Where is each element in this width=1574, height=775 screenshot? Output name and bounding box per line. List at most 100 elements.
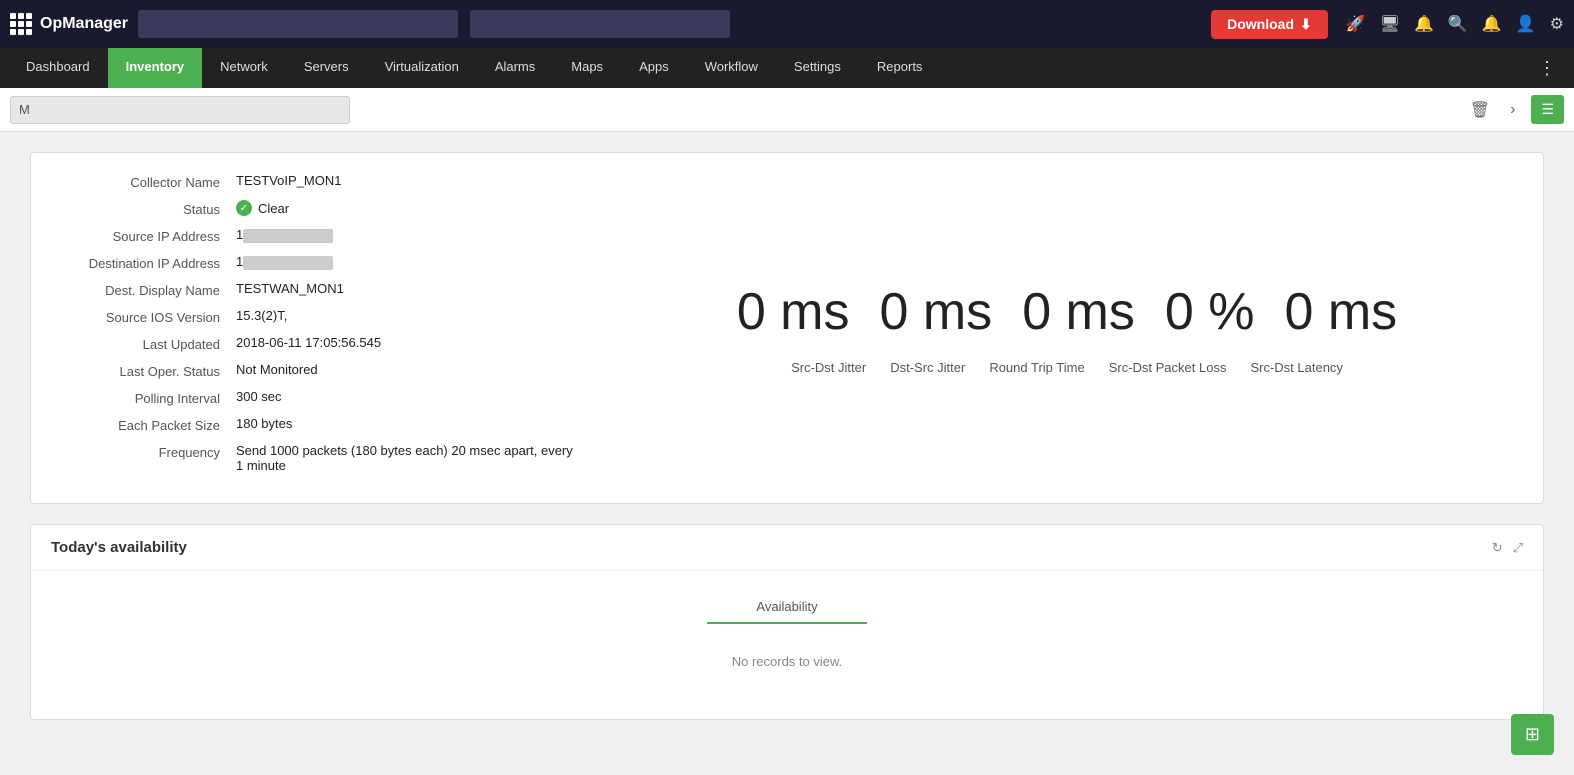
polling-label: Polling Interval	[61, 389, 236, 406]
details-left: Collector Name TESTVoIP_MON1 Status Clea…	[61, 173, 581, 483]
source-ip-row: Source IP Address 1	[61, 227, 581, 244]
availability-header: Today's availability ↻ ⤢	[31, 525, 1543, 571]
floating-icon: ⊞	[1525, 724, 1540, 744]
packet-size-row: Each Packet Size 180 bytes	[61, 416, 581, 433]
frequency-row: Frequency Send 1000 packets (180 bytes e…	[61, 443, 581, 473]
source-ios-row: Source IOS Version 15.3(2)T,	[61, 308, 581, 325]
bell-outline-icon[interactable]: 🔔	[1414, 14, 1434, 34]
last-oper-row: Last Oper. Status Not Monitored	[61, 362, 581, 379]
collector-name-label: Collector Name	[61, 173, 236, 190]
top-bar: OpManager Download ⬇ 🚀 🖥 🔔 🔍 🔔 👤 ⚙	[0, 0, 1574, 48]
user-icon[interactable]: 👤	[1516, 14, 1536, 34]
nav-maps[interactable]: Maps	[553, 48, 621, 88]
source-ip-redacted	[243, 229, 333, 243]
nav-dashboard[interactable]: Dashboard	[8, 48, 108, 88]
status-clear: Clear	[236, 200, 581, 216]
last-updated-value: 2018-06-11 17:05:56.545	[236, 335, 581, 350]
packet-size-label: Each Packet Size	[61, 416, 236, 433]
metric-label-1: Dst-Src Jitter	[890, 360, 965, 375]
nav-reports[interactable]: Reports	[859, 48, 941, 88]
frequency-value: Send 1000 packets (180 bytes each) 20 ms…	[236, 443, 581, 473]
dest-ip-value: 1	[236, 254, 581, 270]
dest-ip-row: Destination IP Address 1	[61, 254, 581, 271]
collector-name-row: Collector Name TESTVoIP_MON1	[61, 173, 581, 190]
metrics-values: 0 ms 0 ms 0 ms 0 % 0 ms	[737, 282, 1397, 342]
rocket-icon[interactable]: 🚀	[1346, 14, 1366, 34]
metric-val-1: 0 ms	[880, 282, 993, 342]
nav-virtualization[interactable]: Virtualization	[367, 48, 477, 88]
details-card: Collector Name TESTVoIP_MON1 Status Clea…	[30, 152, 1544, 504]
metric-val-3: 0 %	[1165, 282, 1255, 342]
source-ip-value: 1	[236, 227, 581, 243]
availability-card: Today's availability ↻ ⤢ Availability No…	[30, 524, 1544, 720]
nav-alarms[interactable]: Alarms	[477, 48, 553, 88]
chevron-right-button[interactable]: ›	[1506, 97, 1519, 123]
polling-row: Polling Interval 300 sec	[61, 389, 581, 406]
search-icon[interactable]: 🔍	[1448, 14, 1468, 34]
breadcrumb-input[interactable]	[10, 96, 350, 124]
frequency-label: Frequency	[61, 443, 236, 460]
last-updated-row: Last Updated 2018-06-11 17:05:56.545	[61, 335, 581, 352]
gear-icon[interactable]: ⚙	[1550, 14, 1564, 34]
nav-bar: Dashboard Inventory Network Servers Virt…	[0, 48, 1574, 88]
availability-title: Today's availability	[51, 539, 1492, 556]
polling-value: 300 sec	[236, 389, 581, 404]
top-bar-icons: 🚀 🖥 🔔 🔍 🔔 👤 ⚙	[1346, 14, 1564, 34]
status-label: Status	[61, 200, 236, 217]
metric-label-4: Src-Dst Latency	[1250, 360, 1342, 375]
last-updated-label: Last Updated	[61, 335, 236, 352]
search-input-secondary[interactable]	[470, 10, 730, 38]
packet-size-value: 180 bytes	[236, 416, 581, 431]
download-button[interactable]: Download ⬇	[1211, 10, 1328, 39]
nav-settings[interactable]: Settings	[776, 48, 859, 88]
monitor-icon[interactable]: 🖥	[1380, 14, 1400, 34]
main-content: Collector Name TESTVoIP_MON1 Status Clea…	[0, 132, 1574, 760]
status-dot-green	[236, 200, 252, 216]
status-row: Status Clear	[61, 200, 581, 217]
source-ip-label: Source IP Address	[61, 227, 236, 244]
availability-body: Availability No records to view.	[31, 571, 1543, 719]
expand-icon[interactable]: ⤢	[1513, 540, 1523, 556]
download-label: Download	[1227, 16, 1294, 32]
metric-label-2: Round Trip Time	[989, 360, 1084, 375]
nav-inventory[interactable]: Inventory	[108, 48, 203, 88]
availability-header-icons: ↻ ⤢	[1492, 540, 1523, 556]
grid-icon	[10, 13, 32, 35]
dest-display-row: Dest. Display Name TESTWAN_MON1	[61, 281, 581, 298]
app-logo: OpManager	[10, 13, 130, 35]
notification-icon[interactable]: 🔔	[1482, 14, 1502, 34]
page-header: 🗑 › ☰	[0, 88, 1574, 132]
status-text: Clear	[258, 201, 289, 216]
floating-action-button[interactable]: ⊞	[1511, 714, 1554, 755]
metric-val-0: 0 ms	[737, 282, 850, 342]
no-records-text: No records to view.	[51, 624, 1523, 699]
source-ip-prefix: 1	[236, 227, 243, 242]
nav-servers[interactable]: Servers	[286, 48, 367, 88]
status-value: Clear	[236, 200, 581, 216]
nav-network[interactable]: Network	[202, 48, 286, 88]
sidebar-toggle-button[interactable]: ☰	[1531, 95, 1564, 124]
search-input-main[interactable]	[138, 10, 458, 38]
metric-val-4: 0 ms	[1284, 282, 1397, 342]
availability-col-header: Availability	[707, 591, 867, 624]
metric-label-0: Src-Dst Jitter	[791, 360, 866, 375]
last-oper-value: Not Monitored	[236, 362, 581, 377]
source-ios-value: 15.3(2)T,	[236, 308, 581, 323]
nav-apps[interactable]: Apps	[621, 48, 687, 88]
page-header-actions: 🗑 › ☰	[1466, 95, 1564, 124]
metrics-section: 0 ms 0 ms 0 ms 0 % 0 ms Src-Dst Jitter D…	[581, 173, 1513, 483]
refresh-icon[interactable]: ↻	[1492, 540, 1503, 556]
metrics-labels: Src-Dst Jitter Dst-Src Jitter Round Trip…	[791, 360, 1343, 375]
collector-name-value: TESTVoIP_MON1	[236, 173, 581, 188]
last-oper-label: Last Oper. Status	[61, 362, 236, 379]
download-icon: ⬇	[1300, 16, 1312, 33]
nav-more[interactable]: ⋮	[1528, 48, 1566, 88]
nav-workflow[interactable]: Workflow	[687, 48, 776, 88]
source-ios-label: Source IOS Version	[61, 308, 236, 325]
dest-display-label: Dest. Display Name	[61, 281, 236, 298]
metric-label-3: Src-Dst Packet Loss	[1109, 360, 1227, 375]
delete-button[interactable]: 🗑	[1466, 96, 1494, 124]
dest-ip-label: Destination IP Address	[61, 254, 236, 271]
metric-val-2: 0 ms	[1022, 282, 1135, 342]
dest-ip-prefix: 1	[236, 254, 243, 269]
